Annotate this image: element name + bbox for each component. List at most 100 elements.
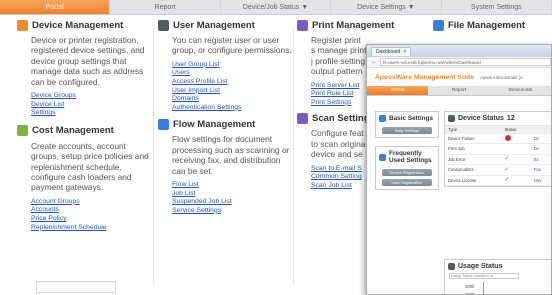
link-device-list[interactable]: Device List [31,101,150,110]
cost-management-header: Cost Management [17,124,150,138]
link-account-groups[interactable]: Account Groups [31,198,150,207]
close-icon[interactable]: × [403,48,406,56]
row-value[interactable]: Dv [530,133,551,144]
app-tab-portal[interactable]: Portal [367,86,429,95]
device-management-header: Device Management [17,18,150,32]
top-navigation: Portal Report Device/Job Status ▼ Device… [0,0,552,15]
scan-settings-header: Scan Settings [297,111,377,125]
dashboard-right-column: Device Status 12 Type Status Device Fail… [444,111,551,187]
tab-device-job-status[interactable]: Device/Job Status ▼ [221,0,332,14]
device-registration-button[interactable]: Device Registration [382,169,432,176]
column-left: Device Management Device or printer regi… [17,18,150,233]
back-icon[interactable]: ← [371,59,377,65]
column-header-status: Status [501,126,531,134]
app-brand-bar: ApeosWare Management Suite Apeos Adminis… [367,68,551,86]
file-management-header: File Management [433,18,552,32]
app-brand-subtitle: Apeos Administrator (a [480,74,523,80]
row-type: Job Error [445,154,502,165]
tab-device-settings[interactable]: Device Settings ▼ [331,0,442,14]
flow-management-links: Flow List Job List Suspended Job List Se… [172,181,293,215]
scan-settings-desc: Configure feat to scan origina device an… [311,128,366,160]
device-management-icon [17,19,28,31]
scan-settings-icon [297,112,308,124]
link-authentication-settings[interactable]: Authentication Settings [172,104,293,113]
print-management-desc: Register print s manage print j profile … [311,35,367,77]
axis-tick-label: 3000 [465,284,475,289]
link-suspended-job-list[interactable]: Suspended Job List [172,198,293,207]
usage-status-select[interactable]: Usage Status Transition in [449,273,519,279]
cost-management-desc: Create accounts, account groups, setup p… [31,140,149,193]
column-divider [293,28,294,285]
cost-management-title: Cost Management [32,125,114,137]
flow-management-desc: Flow settings for document processing su… [172,134,290,176]
browser-tab-label: Dashboard [376,48,401,55]
frequently-used-icon [379,153,386,161]
link-users[interactable]: Users [172,69,293,78]
usage-status-icon [448,263,455,270]
file-management-title: File Management [448,19,526,31]
link-flow-list[interactable]: Flow List [172,181,293,190]
app-navigation: Portal Report Device/Job [367,86,551,96]
app-tab-device-job[interactable]: Device/Job [490,86,551,95]
tab-system-settings[interactable]: System Settings [442,0,552,14]
app-tab-report[interactable]: Report [428,86,489,95]
scan-settings-section: Scan Settings Configure feat to scan ori… [297,111,377,190]
row-type: Print Job [445,143,502,155]
link-replenishment-schedule[interactable]: Replenishment Schedule [31,224,150,233]
row-value[interactable]: Fax [530,164,551,176]
row-value[interactable]: Ex [530,154,551,165]
device-status-table: Type Status Device Failure Dv Print Job … [445,126,551,186]
tab-portal[interactable]: Portal [0,0,111,14]
user-management-title: User Management [173,19,255,31]
device-status-icon [448,115,455,122]
row-type: Device Failure [445,133,502,144]
row-type: Consumables [445,164,502,176]
usage-status-title: Usage Status [458,263,503,270]
link-user-group-list[interactable]: User Group List [172,61,293,70]
flow-management-header: Flow Management [158,117,293,131]
link-settings[interactable]: Settings [31,109,150,118]
frequently-used-box: Frequently Used Settings Device Registra… [375,146,439,190]
error-status-icon [504,134,511,141]
row-value[interactable]: Dv [530,143,551,155]
table-row[interactable]: Consumables ✓ Fax [445,164,551,176]
basic-settings-header: Basic Settings [376,112,438,125]
table-row[interactable]: Job Error ✓ Ex [445,154,551,165]
address-input[interactable]: fs-users-vdi.ezdt.fujixerox.net/Admin/Da… [380,58,551,66]
dashboard-left-column: Basic Settings Easy Settings Frequently … [375,111,439,198]
device-status-header: Device Status 12 [445,112,551,126]
cost-management-section: Cost Management Create accounts, account… [17,124,150,232]
table-row[interactable]: Device Failure Dv [445,133,551,144]
frequently-used-title: Frequently Used Settings [389,150,432,164]
link-domains[interactable]: Domains [172,95,293,104]
chart-axis [483,282,484,294]
link-access-profile-list[interactable]: Access Profile List [172,78,293,87]
file-management-section: File Management [433,18,552,32]
table-row[interactable]: Device License ✓ Nov [445,175,551,186]
device-status-card: Device Status 12 Type Status Device Fail… [444,111,551,187]
link-service-settings[interactable]: Service Settings [172,207,293,216]
link-device-groups[interactable]: Device Groups [31,92,150,101]
link-user-import-list[interactable]: User Import List [172,87,293,96]
usage-status-header: Usage Status [445,260,551,273]
link-price-policy[interactable]: Price Policy [31,215,150,224]
app-brand-title: ApeosWare Management Suite [375,73,475,81]
browser-tab[interactable]: Dashboard × [371,46,412,56]
basic-settings-box: Basic Settings Easy Settings [375,111,439,138]
table-row[interactable]: Print Job Dv [445,143,551,155]
device-status-title: Device Status [458,115,504,122]
row-value[interactable]: Nov [530,175,551,186]
device-management-links: Device Groups Device List Settings [31,92,150,118]
link-job-list[interactable]: Job List [172,190,293,199]
print-management-title: Print Management [312,19,395,31]
device-status-count: 12 [506,115,515,122]
link-accounts[interactable]: Accounts [31,206,150,215]
cost-management-links: Account Groups Accounts Price Policy Rep… [31,198,150,232]
print-management-header: Print Management [297,18,394,32]
tab-report[interactable]: Report [110,0,221,14]
print-management-section: Print Management Register print s manage… [297,18,394,107]
column-header-type: Type [445,126,502,134]
user-registration-button[interactable]: User Registration [382,179,432,186]
easy-settings-button[interactable]: Easy Settings [382,127,432,134]
check-icon: ✓ [504,156,510,163]
